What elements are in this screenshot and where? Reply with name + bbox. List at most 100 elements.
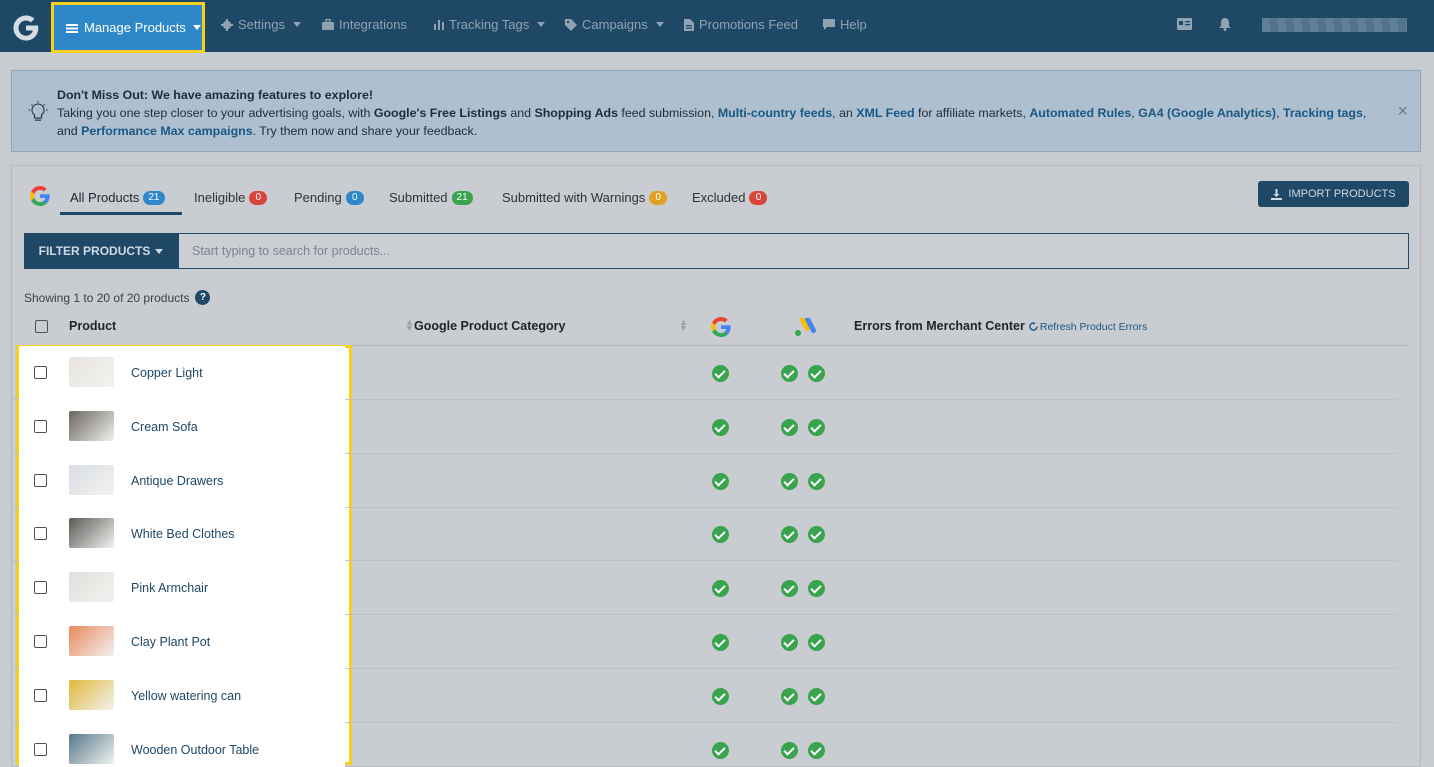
nav-campaigns[interactable]: Campaigns bbox=[565, 17, 664, 32]
nav-tracking-tags[interactable]: Tracking Tags bbox=[434, 17, 546, 32]
table-row: Antique Drawers bbox=[12, 453, 1397, 508]
lightbulb-icon bbox=[28, 101, 48, 121]
product-thumbnail[interactable] bbox=[69, 518, 114, 549]
product-thumbnail[interactable] bbox=[69, 464, 114, 495]
banner-text: , bbox=[1276, 106, 1283, 120]
google-g-icon bbox=[711, 317, 731, 337]
row-checkbox[interactable] bbox=[34, 742, 47, 756]
link-ga4[interactable]: GA4 (Google Analytics) bbox=[1138, 106, 1276, 120]
ads-status-check-icon bbox=[808, 741, 825, 759]
chevron-down-icon bbox=[155, 248, 164, 254]
nav-integrations[interactable]: Integrations bbox=[322, 17, 407, 32]
products-table-header: Product ▲ ▼ Google Product Category ▲ ▼ Er… bbox=[24, 311, 1409, 346]
bar-chart-icon bbox=[434, 20, 444, 30]
tab-label: Ineligible bbox=[194, 190, 246, 205]
ads-status-check-icon bbox=[808, 526, 825, 544]
banner-text: and bbox=[506, 106, 535, 120]
import-products-button[interactable]: IMPORT PRODUCTS bbox=[1258, 181, 1409, 207]
product-name-link[interactable]: Yellow watering can bbox=[131, 689, 241, 703]
count-badge: 0 bbox=[345, 190, 364, 205]
table-row: Copper Light bbox=[12, 346, 1397, 400]
document-icon bbox=[684, 18, 694, 31]
row-checkbox[interactable] bbox=[34, 366, 47, 379]
banner-title: Don't Miss Out: We have amazing features… bbox=[57, 88, 373, 102]
table-row: Clay Plant Pot bbox=[12, 615, 1397, 669]
tab-all-products[interactable]: All Products 21 bbox=[70, 190, 165, 205]
product-name-link[interactable]: Antique Drawers bbox=[131, 474, 223, 488]
contact-card-icon[interactable] bbox=[1177, 18, 1192, 30]
briefcase-icon bbox=[322, 19, 334, 30]
nav-manage-products[interactable]: Manage Products bbox=[51, 2, 205, 53]
count-badge: 21 bbox=[143, 190, 165, 205]
user-account-menu[interactable] bbox=[1262, 18, 1407, 32]
product-name-link[interactable]: Wooden Outdoor Table bbox=[131, 743, 259, 757]
google-status-check-icon bbox=[712, 365, 729, 382]
list-icon bbox=[66, 23, 78, 33]
ads-status-check-icon bbox=[781, 418, 798, 436]
link-multi-country-feeds[interactable]: Multi-country feeds bbox=[718, 106, 832, 120]
tab-pending[interactable]: Pending 0 bbox=[294, 190, 364, 205]
table-row: Wooden Outdoor Table bbox=[12, 722, 1397, 767]
product-name-link[interactable]: Pink Armchair bbox=[131, 581, 208, 595]
nav-campaigns-label: Campaigns bbox=[582, 17, 648, 32]
top-navigation-bar: Manage Products Settings Integrations Tr… bbox=[0, 0, 1434, 53]
row-checkbox[interactable] bbox=[34, 688, 47, 702]
row-checkbox[interactable] bbox=[34, 527, 47, 541]
product-name-link[interactable]: Copper Light bbox=[131, 366, 203, 380]
tab-submitted-with-warnings[interactable]: Submitted with Warnings 0 bbox=[502, 190, 668, 205]
refresh-label: Refresh Product Errors bbox=[1039, 321, 1148, 333]
sort-icon[interactable]: ▲ ▼ bbox=[679, 318, 688, 333]
sort-icon[interactable]: ▲ ▼ bbox=[405, 318, 414, 333]
product-thumbnail[interactable] bbox=[69, 626, 114, 656]
comment-icon bbox=[823, 19, 835, 30]
link-performance-max[interactable]: Performance Max campaigns bbox=[81, 124, 252, 138]
row-checkbox[interactable] bbox=[34, 419, 47, 433]
nav-help[interactable]: Help bbox=[823, 17, 867, 32]
product-name-link[interactable]: White Bed Clothes bbox=[131, 527, 235, 541]
link-automated-rules[interactable]: Automated Rules bbox=[1029, 106, 1131, 120]
tab-label: All Products bbox=[70, 190, 140, 205]
nav-tracking-tags-label: Tracking Tags bbox=[449, 17, 530, 32]
feature-announcement-banner: Don't Miss Out: We have amazing features… bbox=[11, 70, 1421, 152]
results-count-text: Showing 1 to 20 of 20 products bbox=[24, 290, 190, 305]
close-icon[interactable]: × bbox=[1397, 101, 1408, 122]
bell-icon[interactable] bbox=[1219, 18, 1231, 31]
google-status-check-icon bbox=[712, 580, 729, 598]
tab-ineligible[interactable]: Ineligible 0 bbox=[194, 190, 268, 205]
select-all-checkbox[interactable] bbox=[35, 320, 48, 333]
ads-status-check-icon bbox=[781, 472, 798, 490]
google-logo-icon[interactable] bbox=[12, 11, 40, 41]
refresh-product-errors-link[interactable]: Refresh Product Errors bbox=[1029, 321, 1147, 333]
banner-text: for affiliate markets, bbox=[914, 106, 1030, 120]
link-xml-feed[interactable]: XML Feed bbox=[856, 106, 914, 120]
row-checkbox[interactable] bbox=[34, 635, 47, 648]
ads-status-check-icon bbox=[808, 472, 825, 490]
table-row: White Bed Clothes bbox=[12, 507, 1397, 562]
nav-promotions-feed[interactable]: Promotions Feed bbox=[684, 17, 798, 32]
tab-label: Pending bbox=[294, 190, 342, 205]
row-checkbox[interactable] bbox=[34, 581, 47, 595]
product-thumbnail[interactable] bbox=[69, 410, 114, 441]
product-thumbnail[interactable] bbox=[69, 679, 114, 710]
product-thumbnail[interactable] bbox=[69, 733, 114, 764]
product-name-link[interactable]: Cream Sofa bbox=[131, 420, 198, 434]
nav-settings[interactable]: Settings bbox=[221, 17, 301, 32]
nav-settings-label: Settings bbox=[238, 17, 285, 32]
tab-submitted[interactable]: Submitted 21 bbox=[389, 190, 473, 205]
table-row: Cream Sofa bbox=[12, 399, 1397, 454]
product-thumbnail[interactable] bbox=[69, 357, 114, 387]
product-thumbnail[interactable] bbox=[69, 572, 114, 603]
table-row: Pink Armchair bbox=[12, 561, 1397, 616]
row-checkbox[interactable] bbox=[34, 473, 47, 487]
column-header-product[interactable]: Product bbox=[69, 319, 116, 333]
google-status-check-icon bbox=[712, 418, 729, 436]
column-header-category[interactable]: Google Product Category bbox=[414, 319, 565, 333]
help-icon[interactable]: ? bbox=[195, 290, 211, 305]
product-search-input[interactable]: Start typing to search for products... bbox=[178, 233, 1409, 269]
tab-excluded[interactable]: Excluded 0 bbox=[692, 190, 768, 205]
chevron-down-icon bbox=[537, 22, 546, 27]
link-tracking-tags[interactable]: Tracking tags bbox=[1283, 106, 1363, 120]
banner-emphasis: Google's Free Listings bbox=[373, 106, 507, 120]
filter-products-button[interactable]: FILTER PRODUCTS bbox=[24, 233, 178, 269]
product-name-link[interactable]: Clay Plant Pot bbox=[131, 635, 210, 649]
